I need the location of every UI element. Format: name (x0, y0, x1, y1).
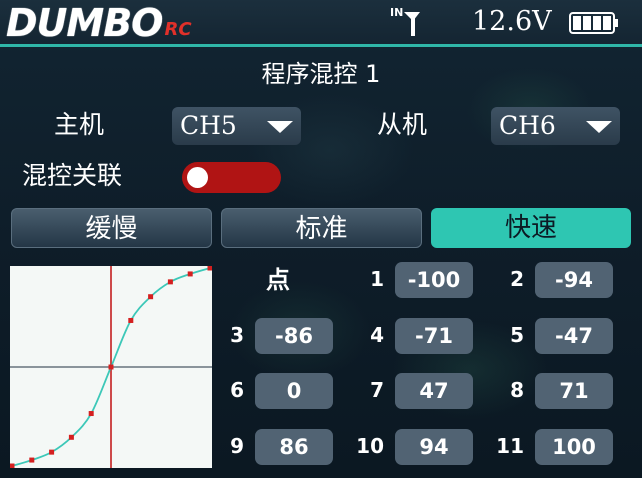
mix-link-toggle[interactable] (182, 162, 281, 193)
point-value[interactable]: -86 (255, 318, 333, 354)
point-label: 11 (496, 434, 524, 458)
curve-point (167, 279, 173, 285)
antenna-icon (404, 12, 420, 36)
curve-graph (10, 266, 212, 468)
point-label: 7 (370, 378, 384, 402)
master-channel-value: CH5 (180, 111, 237, 140)
chevron-down-icon (267, 121, 293, 133)
tab-fast[interactable]: 快速 (431, 208, 631, 248)
mix-link-label: 混控关联 (22, 161, 123, 190)
point-value[interactable]: 0 (255, 373, 333, 409)
point-label: 2 (510, 267, 524, 291)
curve-point (148, 294, 154, 300)
curve-point (49, 449, 55, 455)
slave-label: 从机 (377, 110, 428, 139)
point-value[interactable]: 86 (255, 429, 333, 465)
brand-logo: DUMBO RC (6, 3, 192, 43)
curve-point (68, 434, 74, 440)
point-label: 9 (230, 434, 244, 458)
slave-channel-value: CH6 (499, 111, 556, 140)
points-header: 点 (266, 266, 290, 294)
point-value[interactable]: 47 (395, 373, 473, 409)
chevron-down-icon (586, 121, 612, 133)
point-label: 6 (230, 378, 244, 402)
point-label: 3 (230, 323, 244, 347)
logo-text: DUMBO (6, 1, 163, 45)
master-channel-select[interactable]: CH5 (172, 107, 301, 145)
tab-standard[interactable]: 标准 (221, 208, 422, 248)
point-label: 5 (510, 323, 524, 347)
tab-slow[interactable]: 缓慢 (11, 208, 212, 248)
curve-point (29, 457, 35, 463)
curve-point (88, 411, 94, 417)
point-value[interactable]: -100 (395, 262, 473, 298)
point-value[interactable]: 94 (395, 429, 473, 465)
page-title: 程序混控 1 (261, 60, 381, 88)
point-value[interactable]: 100 (535, 429, 613, 465)
point-label: 1 (370, 267, 384, 291)
curve-point (10, 463, 15, 468)
battery-icon (569, 12, 618, 34)
battery-level (573, 16, 611, 30)
point-value[interactable]: 71 (535, 373, 613, 409)
slave-channel-select[interactable]: CH6 (491, 107, 620, 145)
curve-point (128, 317, 134, 323)
point-value[interactable]: -94 (535, 262, 613, 298)
point-label: 10 (356, 434, 384, 458)
point-label: 4 (370, 323, 384, 347)
curve-point (207, 266, 212, 271)
battery-bar (593, 16, 601, 30)
battery-bar (573, 16, 581, 30)
logo-rc-text: RC (164, 19, 192, 40)
battery-bar (603, 16, 611, 30)
status-bar: DUMBO RC IN 12.6V (0, 0, 642, 47)
curve-point (187, 271, 193, 277)
battery-bar (583, 16, 591, 30)
signal-indicator: IN (390, 6, 430, 36)
point-value[interactable]: -47 (535, 318, 613, 354)
curve-point (108, 364, 114, 370)
voltage-readout: 12.6V (472, 6, 552, 37)
screen: DUMBO RC IN 12.6V 程序混控 1 主机 CH5 从机 CH6 混… (0, 0, 642, 478)
master-label: 主机 (54, 110, 105, 139)
toggle-knob (187, 167, 208, 188)
point-value[interactable]: -71 (395, 318, 473, 354)
point-label: 8 (510, 378, 524, 402)
